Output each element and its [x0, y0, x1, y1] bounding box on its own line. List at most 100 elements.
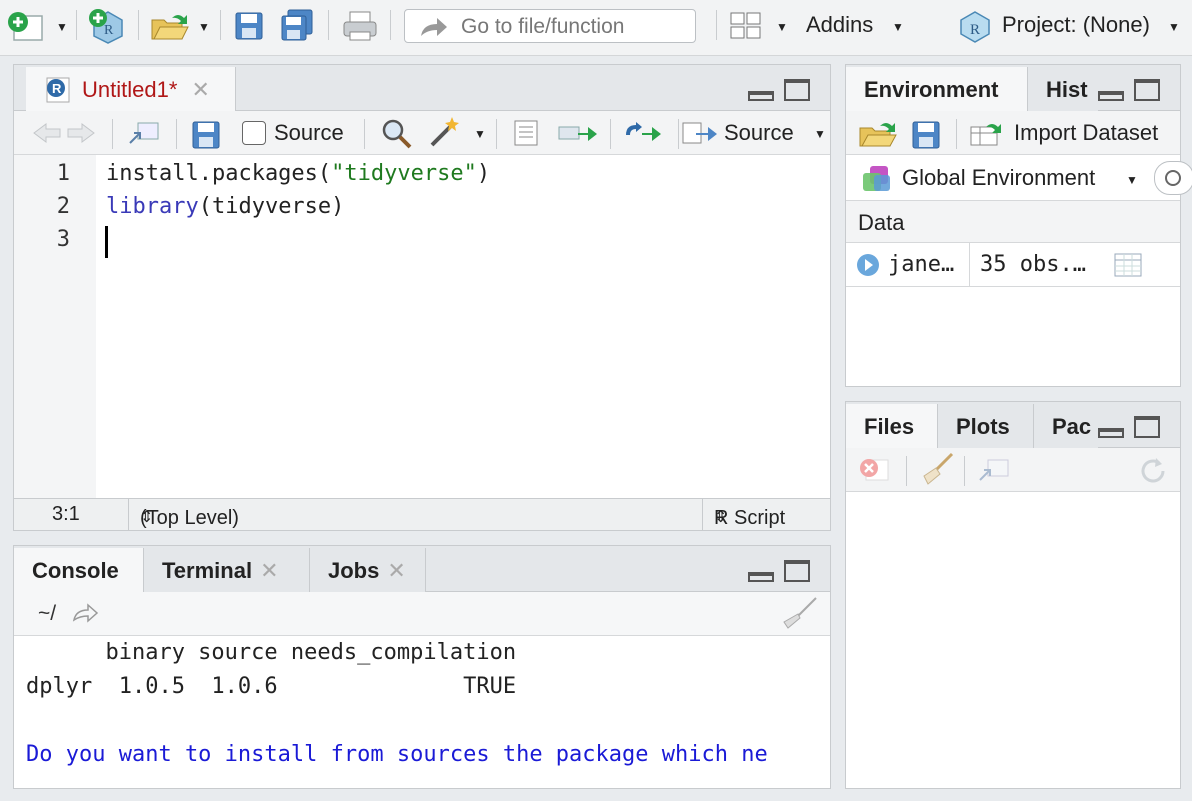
delete-icon[interactable]: [858, 456, 892, 484]
import-dataset-icon[interactable]: [970, 121, 1010, 147]
minimize-icon[interactable]: [748, 91, 774, 101]
project-r-icon[interactable]: R: [958, 10, 992, 44]
print-icon[interactable]: [342, 10, 378, 42]
source-on-save-checkbox[interactable]: [242, 121, 266, 145]
maximize-icon[interactable]: [1134, 416, 1160, 438]
minimize-icon[interactable]: [1098, 91, 1124, 101]
code-tools-wand-icon[interactable]: [428, 115, 464, 149]
layout-dropdown-icon[interactable]: ▼: [776, 20, 788, 34]
new-file-dropdown-icon[interactable]: ▼: [56, 20, 68, 34]
tab-label: Files: [864, 414, 915, 439]
new-file-icon[interactable]: [6, 10, 44, 42]
save-all-icon[interactable]: [280, 8, 316, 44]
project-dropdown-icon[interactable]: ▼: [1168, 20, 1180, 34]
new-project-icon[interactable]: R: [88, 8, 128, 44]
files-minmax: [1098, 416, 1160, 440]
load-workspace-icon[interactable]: [858, 119, 898, 149]
compile-report-icon[interactable]: [512, 119, 540, 147]
text-cursor: [105, 226, 108, 258]
tab-history[interactable]: Hist: [1028, 67, 1098, 111]
pane-layout-icon[interactable]: [730, 12, 762, 40]
source-dropdown-icon[interactable]: ▼: [814, 127, 826, 141]
rerun-icon[interactable]: [622, 121, 666, 145]
r-script-icon: R: [46, 77, 70, 103]
tab-close-icon[interactable]: ✕: [260, 558, 278, 583]
tab-console[interactable]: Console: [14, 548, 144, 593]
global-environment-icon: [863, 166, 890, 191]
console-tabbar: Console Terminal ✕ Jobs ✕: [14, 546, 830, 593]
tab-plots[interactable]: Plots: [938, 404, 1034, 448]
save-icon[interactable]: [234, 10, 264, 42]
tab-close-icon[interactable]: ✕: [192, 77, 210, 102]
refresh-icon[interactable]: [1138, 456, 1168, 486]
scope-dropdown-icon[interactable]: ▼: [1126, 173, 1138, 187]
scope-label: (Top Level): [140, 507, 239, 529]
tab-untitled1[interactable]: R Untitled1* ✕: [26, 67, 236, 112]
environment-scope-selector[interactable]: Global Environment: [902, 165, 1095, 191]
updown-icon: ⇕: [714, 509, 728, 526]
maximize-icon[interactable]: [784, 79, 810, 101]
tab-label: Console: [32, 558, 119, 583]
tab-label: Hist: [1046, 77, 1088, 102]
code-function: library: [106, 194, 199, 219]
run-lines-icon[interactable]: [558, 123, 598, 145]
code-text: install.packages(: [106, 161, 332, 186]
clear-console-broom-icon[interactable]: [780, 596, 820, 630]
environment-search-input[interactable]: [1154, 161, 1192, 195]
import-dataset-button[interactable]: Import Dataset: [1014, 120, 1158, 146]
data-section-header: Data: [846, 201, 1180, 243]
main-toolbar: ▼ R ▼ Go to file/function ▼ Addins ▼ R P…: [0, 0, 1192, 56]
tab-label: Terminal: [162, 558, 253, 583]
maximize-icon[interactable]: [784, 560, 810, 582]
save-workspace-icon[interactable]: [912, 121, 940, 149]
source-file-icon[interactable]: [682, 121, 722, 145]
source-editor-pane: R Untitled1* ✕ Source ▼ Source ▼ 1 2 3 i…: [13, 64, 831, 531]
tab-files[interactable]: Files: [846, 404, 938, 449]
tab-packages[interactable]: Pac: [1034, 404, 1098, 448]
tab-close-icon[interactable]: ✕: [387, 558, 405, 583]
updown-icon: ⇕: [140, 509, 154, 526]
svg-text:R: R: [104, 23, 114, 38]
tab-terminal[interactable]: Terminal ✕: [144, 548, 310, 592]
clear-broom-icon[interactable]: [920, 452, 956, 486]
view-data-table-icon[interactable]: [1114, 253, 1142, 277]
working-directory: ~/: [38, 602, 57, 625]
project-menu[interactable]: Project: (None): [1002, 12, 1150, 38]
code-tools-dropdown-icon[interactable]: ▼: [474, 127, 486, 141]
data-section-label: Data: [858, 210, 905, 235]
expand-object-icon[interactable]: [856, 253, 880, 277]
environment-minmax: [1098, 79, 1160, 103]
object-name: jane…: [888, 252, 955, 277]
editor-tabbar: R Untitled1* ✕: [14, 65, 830, 112]
back-forward-icon[interactable]: [32, 121, 96, 145]
goto-file-function-input[interactable]: Go to file/function: [404, 9, 696, 43]
tab-title: Untitled1*: [82, 77, 178, 102]
addins-menu[interactable]: Addins: [806, 12, 873, 38]
search-icon: [1165, 170, 1181, 186]
files-toolbar: [846, 448, 1180, 492]
source-button[interactable]: Source: [724, 120, 794, 146]
addins-dropdown-icon[interactable]: ▼: [892, 20, 904, 34]
code-line-1[interactable]: install.packages("tidyverse"): [106, 161, 490, 186]
tab-environment[interactable]: Environment: [846, 67, 1028, 112]
maximize-icon[interactable]: [1134, 79, 1160, 101]
source-on-save-label: Source: [274, 120, 344, 145]
environment-row[interactable]: jane… 35 obs.…: [846, 243, 1180, 287]
goto-directory-icon[interactable]: [72, 602, 100, 624]
svg-text:R: R: [52, 81, 62, 96]
environment-toolbar: Import Dataset: [846, 111, 1180, 155]
export-window-icon[interactable]: [978, 456, 1012, 484]
show-in-window-icon[interactable]: [128, 119, 162, 147]
editor-save-icon[interactable]: [192, 121, 220, 149]
tab-jobs[interactable]: Jobs ✕: [310, 548, 426, 592]
code-string: "tidyverse": [331, 161, 477, 186]
line-number: 1: [56, 161, 70, 186]
search-icon[interactable]: [380, 117, 412, 149]
console-subbar: ~/: [14, 592, 830, 636]
minimize-icon[interactable]: [748, 572, 774, 582]
code-text: (tidyverse): [198, 194, 345, 219]
open-folder-icon[interactable]: [150, 10, 190, 42]
minimize-icon[interactable]: [1098, 428, 1124, 438]
open-dropdown-icon[interactable]: ▼: [198, 20, 210, 34]
code-line-2[interactable]: library(tidyverse): [106, 194, 344, 219]
